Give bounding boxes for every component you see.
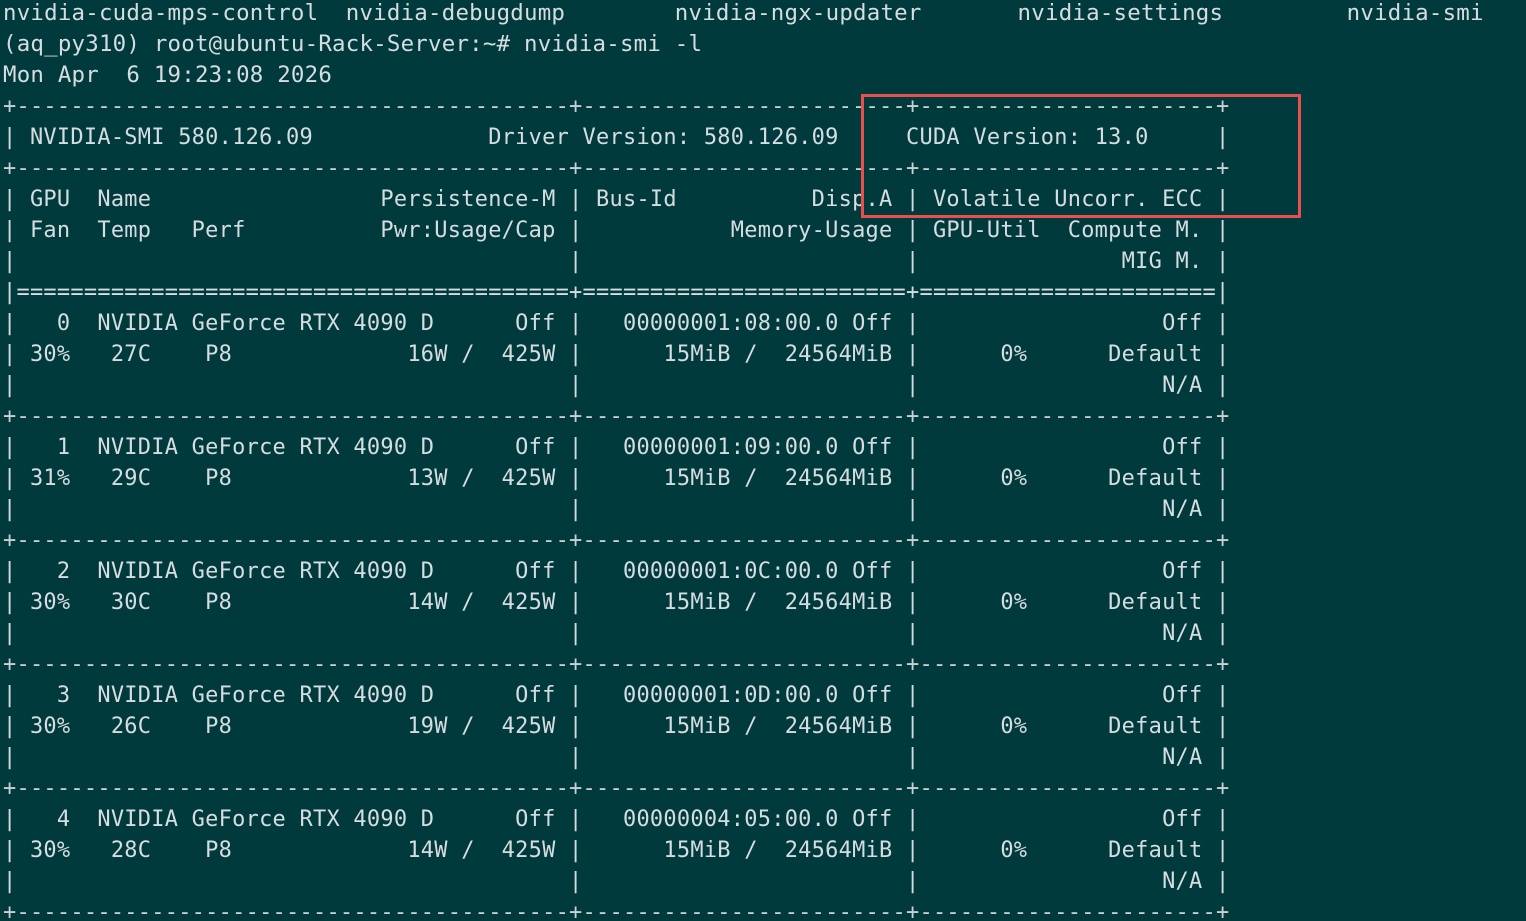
gpu-3-border: +---------------------------------------… <box>3 776 1230 801</box>
gpu-2-row-3: | | | N/A | <box>3 621 1230 646</box>
gpu-3-row-3: | | | N/A | <box>3 745 1230 770</box>
ls-output-line: nvidia-cuda-mps-control nvidia-debugdump… <box>3 0 1484 26</box>
gpu-1-row-1: | 1 NVIDIA GeForce RTX 4090 D Off | 0000… <box>3 435 1230 460</box>
gpu-4-row-1: | 4 NVIDIA GeForce RTX 4090 D Off | 0000… <box>3 807 1230 832</box>
shell-prompt-line: (aq_py310) root@ubuntu-Rack-Server:~# nv… <box>3 31 703 57</box>
column-header-row-1: | GPU Name Persistence-M | Bus-Id Disp.A… <box>3 187 1230 212</box>
gpu-3-row-1: | 3 NVIDIA GeForce RTX 4090 D Off | 0000… <box>3 683 1230 708</box>
gpu-2-border: +---------------------------------------… <box>3 652 1230 677</box>
gpu-1-row-2: | 31% 29C P8 13W / 425W | 15MiB / 24564M… <box>3 466 1230 491</box>
gpu-3-row-2: | 30% 26C P8 19W / 425W | 15MiB / 24564M… <box>3 714 1230 739</box>
gpu-0-border: +---------------------------------------… <box>3 404 1230 429</box>
gpu-4-row-2: | 30% 28C P8 14W / 425W | 15MiB / 24564M… <box>3 838 1230 863</box>
column-header-row-3: | | | MIG M. | <box>3 249 1230 274</box>
table-top-border: +---------------------------------------… <box>3 94 1230 119</box>
table-double-border: |=======================================… <box>3 280 1230 305</box>
gpu-0-row-3: | | | N/A | <box>3 373 1230 398</box>
terminal-window[interactable]: nvidia-cuda-mps-control nvidia-debugdump… <box>0 0 1526 921</box>
date-line: Mon Apr 6 19:23:08 2026 <box>3 62 333 88</box>
gpu-4-border: +---------------------------------------… <box>3 900 1230 921</box>
gpu-2-row-2: | 30% 30C P8 14W / 425W | 15MiB / 24564M… <box>3 590 1230 615</box>
gpu-1-border: +---------------------------------------… <box>3 528 1230 553</box>
gpu-0-row-2: | 30% 27C P8 16W / 425W | 15MiB / 24564M… <box>3 342 1230 367</box>
gpu-1-row-3: | | | N/A | <box>3 497 1230 522</box>
gpu-4-row-3: | | | N/A | <box>3 869 1230 894</box>
gpu-0-row-1: | 0 NVIDIA GeForce RTX 4090 D Off | 0000… <box>3 311 1230 336</box>
table-header-border: +---------------------------------------… <box>3 156 1230 181</box>
column-header-row-2: | Fan Temp Perf Pwr:Usage/Cap | Memory-U… <box>3 218 1230 243</box>
gpu-2-row-1: | 2 NVIDIA GeForce RTX 4090 D Off | 0000… <box>3 559 1230 584</box>
smi-version-header: | NVIDIA-SMI 580.126.09 Driver Version: … <box>3 125 1230 150</box>
